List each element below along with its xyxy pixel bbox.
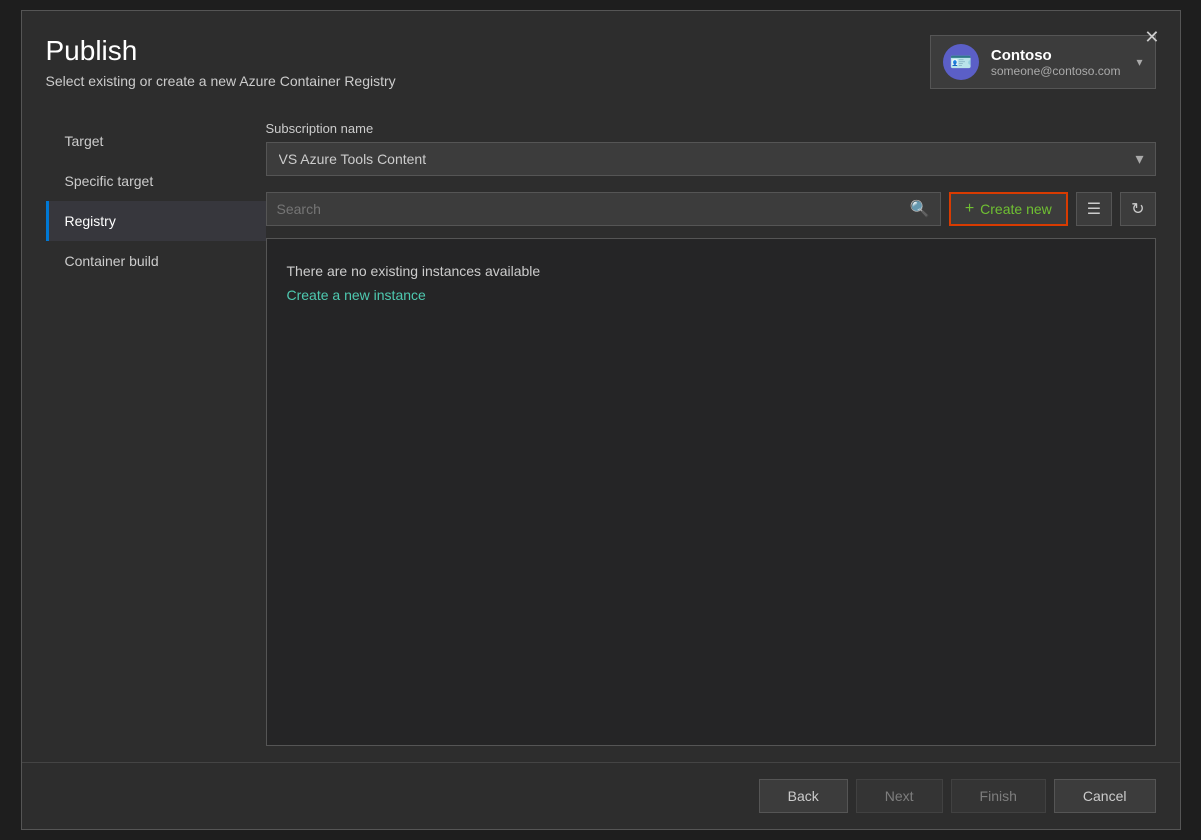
publish-dialog: Publish Select existing or create a new … bbox=[21, 10, 1181, 830]
plus-icon: + bbox=[965, 200, 974, 218]
next-button[interactable]: Next bbox=[856, 779, 943, 813]
dialog-subtitle: Select existing or create a new Azure Co… bbox=[46, 73, 396, 89]
dialog-body: Target Specific target Registry Containe… bbox=[22, 105, 1180, 762]
sidebar-item-container-build[interactable]: Container build bbox=[46, 241, 266, 281]
sidebar-item-target[interactable]: Target bbox=[46, 121, 266, 161]
cancel-button[interactable]: Cancel bbox=[1054, 779, 1156, 813]
sort-button[interactable]: ☰ bbox=[1076, 192, 1112, 226]
main-content: Subscription name VS Azure Tools Content… bbox=[266, 121, 1156, 746]
sort-icon: ☰ bbox=[1087, 201, 1101, 218]
no-instances-message: There are no existing instances availabl… bbox=[287, 263, 541, 279]
sidebar-item-specific-target[interactable]: Specific target bbox=[46, 161, 266, 201]
account-icon: 🪪 bbox=[943, 44, 979, 80]
search-input[interactable] bbox=[277, 201, 902, 217]
sidebar: Target Specific target Registry Containe… bbox=[46, 121, 266, 746]
toolbar-row: 🔍 + Create new ☰ ↻ bbox=[266, 192, 1156, 226]
title-area: Publish Select existing or create a new … bbox=[46, 35, 396, 89]
dialog-header: Publish Select existing or create a new … bbox=[22, 11, 1180, 105]
dialog-footer: Back Next Finish Cancel bbox=[22, 762, 1180, 829]
account-email: someone@contoso.com bbox=[991, 64, 1121, 78]
create-new-instance-link[interactable]: Create a new instance bbox=[287, 287, 426, 303]
search-box: 🔍 bbox=[266, 192, 941, 226]
refresh-button[interactable]: ↻ bbox=[1120, 192, 1155, 226]
search-icon: 🔍 bbox=[910, 199, 930, 219]
chevron-down-icon: ▾ bbox=[1136, 55, 1142, 69]
account-info: Contoso someone@contoso.com bbox=[991, 47, 1121, 78]
dialog-title: Publish bbox=[46, 35, 396, 67]
subscription-dropdown[interactable]: VS Azure Tools Content bbox=[266, 142, 1156, 176]
instances-list: There are no existing instances availabl… bbox=[266, 238, 1156, 746]
account-name: Contoso bbox=[991, 47, 1121, 64]
create-new-button[interactable]: + Create new bbox=[949, 192, 1068, 226]
account-selector[interactable]: 🪪 Contoso someone@contoso.com ▾ bbox=[930, 35, 1156, 89]
sidebar-item-registry[interactable]: Registry bbox=[46, 201, 266, 241]
close-button[interactable]: ✕ bbox=[1136, 23, 1167, 52]
refresh-icon: ↻ bbox=[1131, 201, 1144, 218]
subscription-dropdown-wrapper: VS Azure Tools Content bbox=[266, 142, 1156, 176]
back-button[interactable]: Back bbox=[759, 779, 848, 813]
finish-button[interactable]: Finish bbox=[951, 779, 1046, 813]
subscription-section: Subscription name VS Azure Tools Content bbox=[266, 121, 1156, 176]
subscription-label: Subscription name bbox=[266, 121, 1156, 136]
create-new-label: Create new bbox=[980, 201, 1052, 217]
